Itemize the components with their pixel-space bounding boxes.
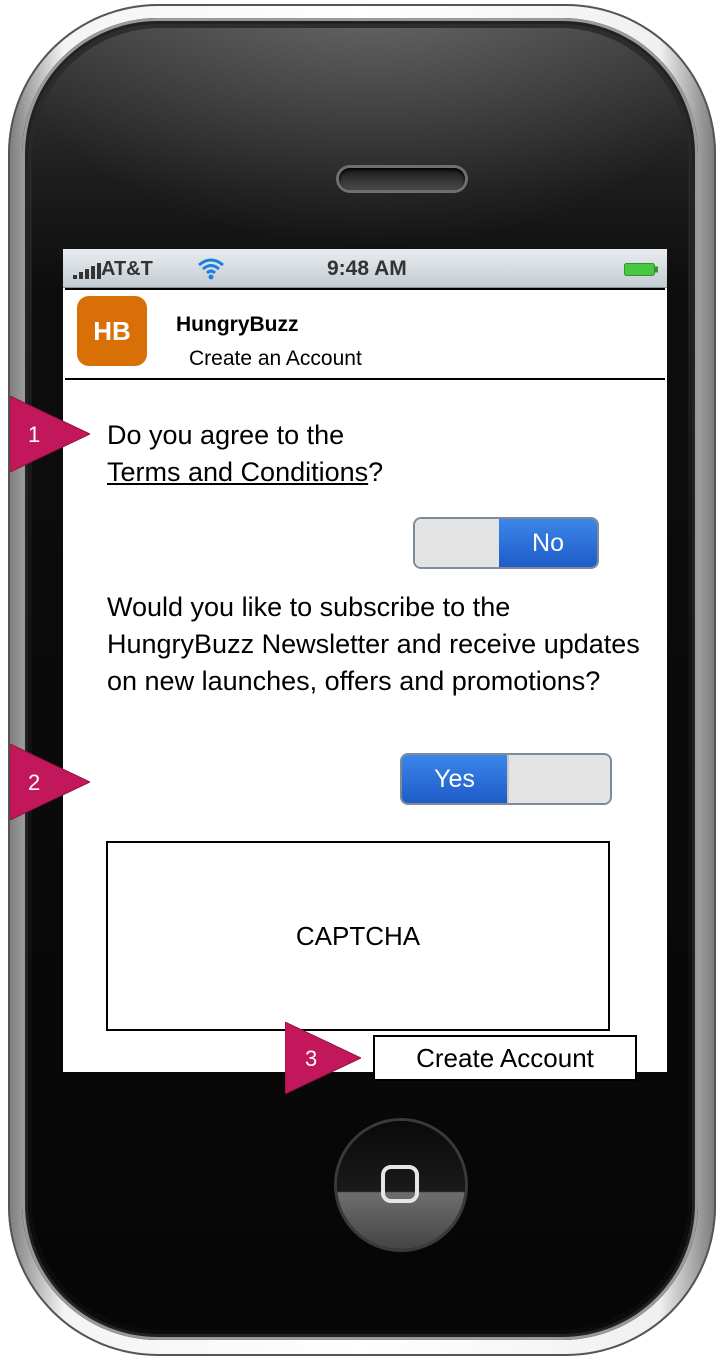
page-subtitle: Create an Account bbox=[189, 347, 362, 370]
carrier-name: AT&T bbox=[101, 258, 153, 280]
captcha-box[interactable]: CAPTCHA bbox=[106, 841, 610, 1031]
captcha-label: CAPTCHA bbox=[295, 920, 421, 951]
annotation-marker-3: 3 bbox=[285, 1022, 365, 1098]
home-square-icon bbox=[381, 1165, 419, 1203]
terms-link[interactable]: Terms and Conditions bbox=[107, 457, 368, 487]
newsletter-toggle[interactable]: Yes bbox=[400, 753, 612, 805]
home-button[interactable] bbox=[337, 1121, 465, 1249]
terms-question-prefix: Do you agree to the bbox=[107, 420, 345, 450]
create-account-button[interactable]: Create Account bbox=[373, 1035, 637, 1081]
app-header: HB HungryBuzz Create an Account bbox=[65, 288, 665, 380]
status-time: 9:48 AM bbox=[327, 257, 407, 280]
marker-arrow-icon bbox=[10, 396, 90, 472]
terms-toggle[interactable]: No bbox=[413, 517, 599, 569]
terms-question: Do you agree to the Terms and Conditions… bbox=[107, 417, 627, 491]
annotation-number: 2 bbox=[28, 770, 41, 795]
marker-arrow-icon bbox=[285, 1022, 361, 1094]
newsletter-question: Would you like to subscribe to the Hungr… bbox=[107, 592, 640, 696]
signal-icon bbox=[73, 263, 101, 279]
marker-arrow-icon bbox=[10, 744, 90, 820]
earpiece-speaker bbox=[339, 168, 465, 190]
battery-icon bbox=[624, 263, 658, 276]
wifi-icon bbox=[198, 258, 224, 280]
app-logo: HB bbox=[77, 296, 147, 366]
terms-toggle-label: No bbox=[499, 519, 597, 567]
status-bar: AT&T 9:48 AM bbox=[63, 249, 667, 288]
toggle-knob bbox=[507, 755, 610, 803]
app-name: HungryBuzz bbox=[176, 313, 299, 336]
annotation-number: 1 bbox=[28, 422, 41, 447]
phone-screen: AT&T 9:48 AM HB HungryBuzz Create an Acc… bbox=[63, 249, 667, 1072]
newsletter-toggle-label: Yes bbox=[402, 755, 507, 803]
toggle-knob bbox=[415, 519, 499, 567]
annotation-marker-1: 1 bbox=[10, 396, 90, 472]
annotation-marker-2: 2 bbox=[10, 744, 90, 820]
annotation-number: 3 bbox=[305, 1046, 318, 1071]
terms-question-suffix: ? bbox=[368, 457, 384, 487]
